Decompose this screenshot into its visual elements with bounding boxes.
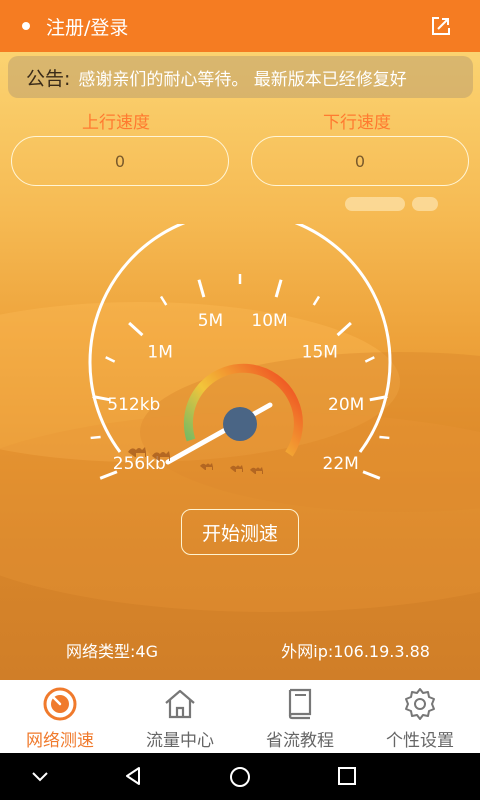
upload-speed-value: 0 <box>114 151 126 171</box>
login-link[interactable]: 注册/登录 <box>46 13 128 40</box>
recents-icon[interactable] <box>337 766 357 786</box>
app-header: 注册/登录 <box>0 0 480 52</box>
download-speed-title: 下行速度 <box>323 113 391 133</box>
chevron-down-icon[interactable] <box>30 769 50 785</box>
bottom-tab-bar: 网络测速 流量中心 省流教程 个性设置 <box>0 680 480 753</box>
gauge-tick <box>362 470 381 480</box>
book-icon <box>288 688 312 720</box>
speedometer-icon <box>43 687 77 721</box>
home-button-icon[interactable] <box>228 765 252 789</box>
gauge-tick-label: 10M <box>251 311 287 331</box>
upload-speed-box: 0 <box>11 136 229 186</box>
download-speed-value: 0 <box>354 151 366 171</box>
tab-label: 网络测速 <box>26 731 94 751</box>
gauge-tick-label: 512kb <box>107 395 160 415</box>
tab-label: 省流教程 <box>266 731 334 751</box>
gauge-needle <box>165 402 273 465</box>
share-icon[interactable] <box>430 15 452 37</box>
notice-label: 公告: <box>26 67 71 90</box>
external-ip-label: 外网ip:106.19.3.88 <box>281 642 430 661</box>
back-icon[interactable] <box>123 765 143 787</box>
speed-test-panel: 公告: 感谢亲们的耐心等待。 最新版本已经修复好 上行速度 下行速度 0 0 0… <box>0 52 480 680</box>
gauge-tick <box>336 321 352 337</box>
gear-icon <box>405 688 435 720</box>
tab-label: 个性设置 <box>386 731 454 751</box>
tab-traffic-center[interactable]: 流量中心 <box>120 680 240 753</box>
gauge-tick <box>105 356 116 363</box>
gauge-tick <box>364 356 375 363</box>
gauge-tick <box>128 321 144 337</box>
gauge-tick <box>197 279 206 298</box>
tab-speed-test[interactable]: 网络测速 <box>0 680 120 753</box>
network-type-label: 网络类型:4G <box>66 642 158 661</box>
gauge-tick-label: 20M <box>328 395 364 415</box>
tab-personal-settings[interactable]: 个性设置 <box>360 680 480 753</box>
decor-pill <box>345 197 405 211</box>
tab-saving-tutorial[interactable]: 省流教程 <box>240 680 360 753</box>
status-dot <box>22 22 30 30</box>
gauge-tick-label: 15M <box>302 342 338 362</box>
speed-gauge: 0256kb512kb1M5M10M15M20M22M25M <box>88 224 392 504</box>
gauge-tick <box>90 435 101 440</box>
gauge-hub <box>223 407 257 441</box>
tab-label: 流量中心 <box>146 731 214 751</box>
gauge-tick-label: 22M <box>323 454 359 474</box>
gauge-tick <box>379 435 390 440</box>
gauge-tick-label: 1M <box>147 342 172 362</box>
gauge-tick <box>159 295 168 306</box>
home-icon <box>165 689 195 719</box>
gauge-tick-label: 0 <box>170 501 181 504</box>
start-test-button[interactable]: 开始测速 <box>181 509 299 555</box>
download-speed-box: 0 <box>251 136 469 186</box>
gauge-tick-label: 25M <box>287 501 323 504</box>
gauge-tick <box>312 295 321 306</box>
notice-bar[interactable]: 公告: 感谢亲们的耐心等待。 最新版本已经修复好 <box>8 56 473 98</box>
upload-speed-title: 上行速度 <box>82 113 150 133</box>
system-nav-bar <box>0 753 480 800</box>
gauge-tick-label: 5M <box>198 311 223 331</box>
notice-text: 感谢亲们的耐心等待。 最新版本已经修复好 <box>78 69 407 90</box>
gauge-tick <box>274 279 283 298</box>
decor-pill <box>412 197 438 211</box>
